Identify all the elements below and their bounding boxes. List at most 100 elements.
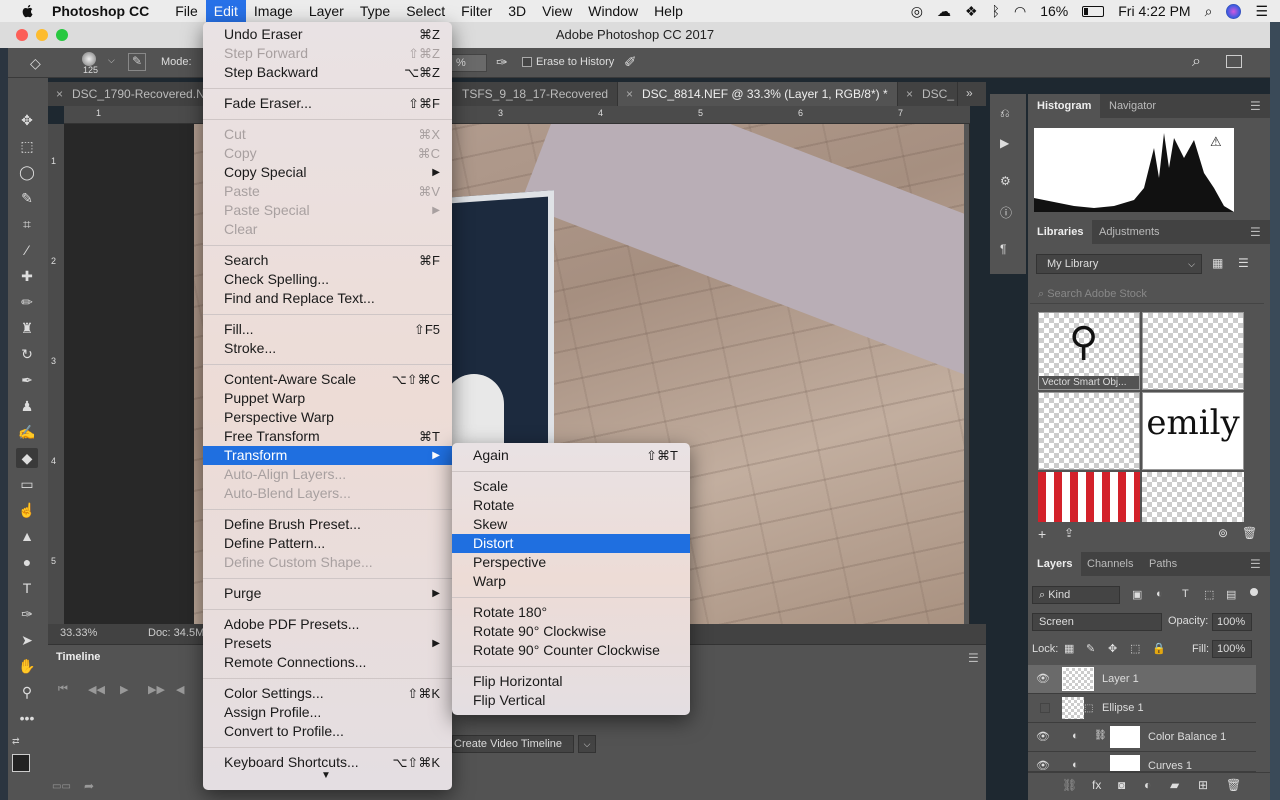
clock[interactable]: Fri 4:22 PM xyxy=(1118,3,1190,19)
pen-path-tool-icon[interactable]: ✒ xyxy=(16,370,38,390)
edit-item-presets[interactable]: Presets ▶ xyxy=(203,634,452,653)
info-icon[interactable]: ⓘ xyxy=(1000,204,1012,221)
transform-item-scale[interactable]: Scale xyxy=(452,477,690,496)
edit-item-search[interactable]: Search ⌘F xyxy=(203,251,452,270)
menu-help[interactable]: Help xyxy=(646,0,691,22)
transform-item-warp[interactable]: Warp xyxy=(452,572,690,591)
edit-item-copy-special[interactable]: Copy Special ▶ xyxy=(203,163,452,182)
search-icon[interactable]: ⌕ xyxy=(1192,53,1201,71)
stock-search-input[interactable]: ⌕ Search Adobe Stock xyxy=(1030,284,1264,304)
swap-colors-icon[interactable]: ⇄ xyxy=(12,736,20,747)
stamp-tool-icon[interactable]: ♟ xyxy=(16,396,38,416)
clone-stamp-tool-icon[interactable]: ♜ xyxy=(16,318,38,338)
tab-document-2[interactable]: ×TSFS_9_18_17-Recovered xyxy=(438,82,618,106)
new-group-icon[interactable]: ▰ xyxy=(1170,778,1179,792)
history-brush-tool-icon[interactable]: ↻ xyxy=(16,344,38,364)
panel-menu-icon[interactable]: ☰ xyxy=(1250,99,1261,113)
edit-item-fade-eraser[interactable]: Fade Eraser... ⇧⌘F xyxy=(203,94,452,113)
airbrush-icon[interactable]: ✑ xyxy=(496,54,508,71)
edit-item-free-transform[interactable]: Free Transform ⌘T xyxy=(203,427,452,446)
panel-menu-icon[interactable]: ☰ xyxy=(1250,557,1261,571)
menu-file[interactable]: File xyxy=(167,0,206,22)
creative-cloud-icon[interactable]: ◎ xyxy=(911,3,923,20)
workspace-switcher-icon[interactable] xyxy=(1226,55,1242,68)
minimize-window-button[interactable] xyxy=(36,29,48,41)
tab-navigator[interactable]: Navigator xyxy=(1100,94,1165,118)
edit-item-purge[interactable]: Purge ▶ xyxy=(203,584,452,603)
art-history-brush-icon[interactable]: ✍ xyxy=(16,422,38,442)
dodge-tool-icon[interactable]: ● xyxy=(16,552,38,572)
tab-document-1[interactable]: × DSC_1790-Recovered.N xyxy=(48,82,208,106)
sharpen-tool-icon[interactable]: ▲ xyxy=(16,526,38,546)
edit-item-check-spelling[interactable]: Check Spelling... xyxy=(203,270,452,289)
close-tab-icon[interactable]: × xyxy=(906,82,913,106)
previous-frame-icon[interactable]: ◀◀ xyxy=(88,683,105,696)
menu-edit[interactable]: Edit xyxy=(205,0,246,22)
transform-item-perspective[interactable]: Perspective xyxy=(452,553,690,572)
edit-item-step-backward[interactable]: Step Backward ⌥⌘Z xyxy=(203,63,452,82)
transform-item-distort[interactable]: Distort xyxy=(452,534,690,553)
dropbox-icon[interactable]: ❖ xyxy=(965,3,978,20)
menu-layer[interactable]: Layer xyxy=(301,0,352,22)
pen-tool-icon[interactable]: ✑ xyxy=(16,604,38,624)
layer-row-layer-1[interactable]: 👁 Layer 1 xyxy=(1028,665,1256,694)
panel-menu-icon[interactable]: ☰ xyxy=(1250,225,1261,239)
close-window-button[interactable] xyxy=(16,29,28,41)
edit-item-adobe-pdf-presets[interactable]: Adobe PDF Presets... xyxy=(203,615,452,634)
transform-item-rotate-90-clockwise[interactable]: Rotate 90° Clockwise xyxy=(452,622,690,641)
tab-document-active[interactable]: × DSC_8814.NEF @ 33.3% (Layer 1, RGB/8*) … xyxy=(618,82,898,106)
link-layers-icon[interactable]: ⛓ xyxy=(1062,778,1077,792)
transform-item-skew[interactable]: Skew xyxy=(452,515,690,534)
filter-adjustment-icon[interactable]: ◐ xyxy=(1156,588,1163,600)
blend-mode-select[interactable]: Screen xyxy=(1032,613,1162,631)
library-item-popcorn[interactable] xyxy=(1038,472,1140,524)
move-tool-icon[interactable]: ✥ xyxy=(16,110,38,130)
library-item-vector-smart-object[interactable]: ⚲ Vector Smart Obj... xyxy=(1038,312,1140,390)
eyedropper-tool-icon[interactable]: ⁄ xyxy=(16,240,38,260)
lock-position-icon[interactable]: ✥ xyxy=(1108,642,1117,655)
doc-size[interactable]: Doc: 34.5M xyxy=(148,627,204,639)
edit-item-assign-profile[interactable]: Assign Profile... xyxy=(203,703,452,722)
opacity-field[interactable]: % xyxy=(451,54,487,72)
transform-item-flip-vertical[interactable]: Flip Vertical xyxy=(452,691,690,710)
gradient-tool-icon[interactable]: ▭ xyxy=(16,474,38,494)
convert-icon[interactable]: ➦ xyxy=(84,779,94,793)
edit-item-fill[interactable]: Fill... ⇧F5 xyxy=(203,320,452,339)
siri-icon[interactable] xyxy=(1226,3,1242,19)
lock-pixels-icon[interactable]: ✎ xyxy=(1086,642,1095,655)
layer-kind-filter[interactable]: ⌕ Kind xyxy=(1032,586,1120,604)
layer-style-fx-icon[interactable]: fx xyxy=(1092,778,1101,792)
trash-icon[interactable]: 🗑 xyxy=(1242,526,1257,540)
tabs-overflow-icon[interactable]: » xyxy=(966,86,973,100)
tab-libraries[interactable]: Libraries xyxy=(1028,220,1093,244)
brush-preview-icon[interactable] xyxy=(82,52,96,66)
create-video-timeline-button[interactable]: Create Video Timeline xyxy=(452,735,574,753)
add-mask-icon[interactable]: ◙ xyxy=(1118,778,1125,792)
brush-tool-icon[interactable]: ✏ xyxy=(16,292,38,312)
layer-row-curves-1[interactable]: 👁 ◐ Curves 1 xyxy=(1028,752,1256,772)
filter-type-icon[interactable]: T xyxy=(1182,588,1189,600)
transform-item-flip-horizontal[interactable]: Flip Horizontal xyxy=(452,672,690,691)
tab-adjustments[interactable]: Adjustments xyxy=(1090,220,1169,244)
edit-item-remote-connections[interactable]: Remote Connections... xyxy=(203,653,452,672)
visibility-eye-icon[interactable]: 👁 xyxy=(1036,730,1050,743)
upload-icon[interactable]: ⇪ xyxy=(1064,526,1074,540)
lock-artboard-icon[interactable]: ⬚ xyxy=(1130,642,1140,655)
new-layer-icon[interactable]: ⊞ xyxy=(1198,778,1208,792)
frame-animation-icon[interactable]: ▭▭ xyxy=(52,781,71,792)
library-select[interactable]: My Library ⌵ xyxy=(1036,254,1202,274)
library-item-emily-logo[interactable]: emily xyxy=(1142,392,1244,470)
filter-toggle-icon[interactable] xyxy=(1250,588,1258,596)
warning-icon[interactable]: ⚠ xyxy=(1210,134,1222,150)
layer-name[interactable]: Ellipse 1 xyxy=(1102,702,1144,714)
vertical-scrollbar[interactable] xyxy=(964,124,969,624)
hand-tool-icon[interactable]: ✋ xyxy=(16,656,38,676)
layer-name[interactable]: Layer 1 xyxy=(1102,673,1139,685)
zoom-level[interactable]: 33.33% xyxy=(60,627,97,639)
library-item-3[interactable] xyxy=(1038,392,1140,470)
layer-row-ellipse-1[interactable]: ⬚ Ellipse 1 xyxy=(1028,694,1256,723)
tab-document-4[interactable]: × DSC_ xyxy=(898,82,958,106)
scroll-down-arrow-icon[interactable]: ▼ xyxy=(321,770,331,781)
eraser-tool-preset-icon[interactable]: ◇ xyxy=(30,55,41,72)
fill-input[interactable]: 100% xyxy=(1212,640,1252,658)
